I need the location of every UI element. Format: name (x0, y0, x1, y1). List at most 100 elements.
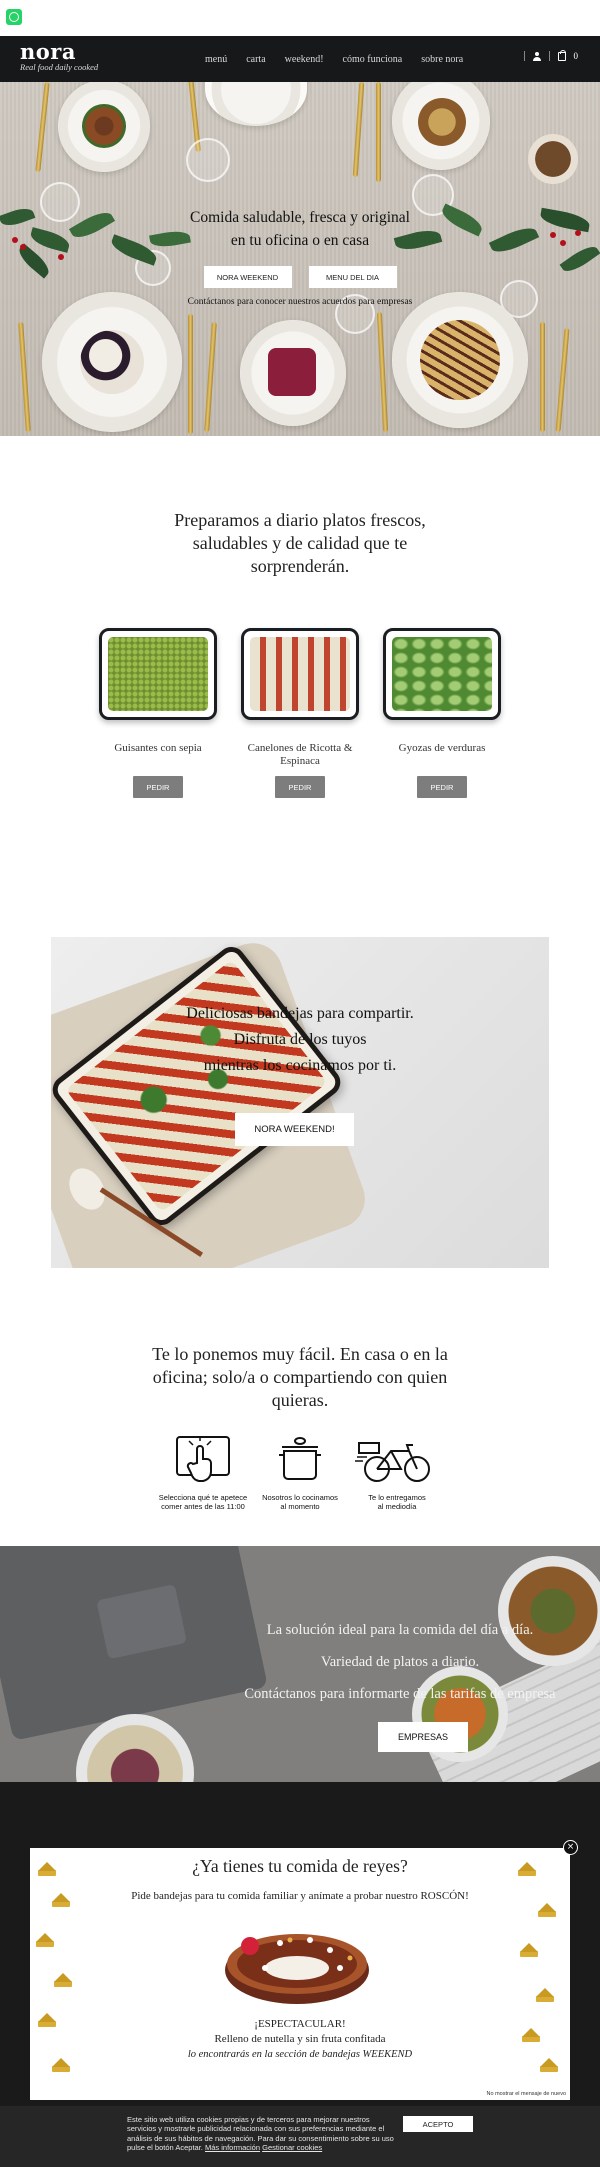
crown-icon (520, 1943, 538, 1957)
crown-icon (540, 2058, 558, 2072)
top-strip (0, 0, 600, 36)
product-card: Guisantes con sepia PEDIR (93, 628, 223, 798)
nav-menu[interactable]: menú (205, 54, 227, 65)
hero-title-line: Comida saludable, fresca y original (190, 209, 410, 226)
cart-icon[interactable] (557, 49, 566, 61)
weekend-text: Deliciosas bandejas para compartir. Disf… (51, 1001, 549, 1079)
nav-sobre-nora[interactable]: sobre nora (421, 54, 463, 65)
cutlery-image (188, 314, 193, 434)
cookie-text: Este sitio web utiliza cookies propias y… (127, 2115, 397, 2152)
accept-cookies-button[interactable]: ACEPTO (403, 2116, 473, 2132)
menu-del-dia-button[interactable]: MENU DEL DIA (308, 266, 397, 288)
divider (548, 51, 550, 61)
step-text: Te lo entregamos (368, 1493, 426, 1502)
food-image (80, 330, 144, 394)
logo-text: nora (20, 39, 76, 64)
weekend-line: mientras los cocinamos por ti. (203, 1057, 397, 1074)
intro-line: Preparamos a diario platos frescos, (174, 510, 426, 530)
how-heading: Te lo ponemos muy fácil. En casa o en la… (0, 1343, 600, 1412)
hero-banner: Comida saludable, fresca y original en t… (0, 82, 600, 436)
food-image (418, 98, 466, 146)
cart-count: 0 (573, 51, 579, 61)
nav-weekend[interactable]: weekend! (285, 54, 324, 65)
intro-section: Preparamos a diario platos frescos, salu… (0, 436, 600, 877)
food-image (268, 348, 316, 396)
step-text: Selecciona qué te apetece (158, 1493, 248, 1502)
step-text: al momento (280, 1502, 320, 1511)
dont-show-again-link[interactable]: No mostrar el mensaje de nuevo (487, 2091, 566, 2097)
cookie-message: Este sitio web utiliza cookies propias y… (127, 2115, 394, 2152)
popup-line: Relleno de nutella y sin fruta confitada (214, 2033, 386, 2045)
empresas-line: Contáctanos para informarte de las tarif… (244, 1686, 556, 1702)
crown-icon (538, 1903, 556, 1917)
nav-como-funciona[interactable]: cómo funciona (343, 54, 403, 65)
empresas-line: La solución ideal para la comida del día… (266, 1622, 534, 1638)
whatsapp-icon[interactable] (6, 9, 22, 25)
product-image[interactable] (241, 628, 359, 720)
step-deliver: Te lo entregamos al mediodía (342, 1433, 452, 1511)
hero-title: Comida saludable, fresca y original en t… (0, 206, 600, 252)
how-line: oficina; solo/a o compartiendo con quien (152, 1367, 448, 1387)
how-section: Te lo ponemos muy fácil. En casa o en la… (0, 1321, 600, 1546)
divider (523, 51, 525, 61)
intro-heading: Preparamos a diario platos frescos, salu… (0, 509, 600, 578)
food-image (82, 104, 126, 148)
step-text: al mediodía (377, 1502, 417, 1511)
promo-popup: ¿Ya tienes tu comida de reyes? Pide band… (30, 1848, 570, 2100)
product-card: Canelones de Ricotta & Espinaca PEDIR (235, 628, 365, 798)
product-image[interactable] (99, 628, 217, 720)
crown-icon (36, 1933, 54, 1947)
nora-weekend-button[interactable]: NORA WEEKEND (203, 266, 292, 288)
cookie-banner: Este sitio web utiliza cookies propias y… (0, 2106, 600, 2167)
popup-title: ¿Ya tienes tu comida de reyes? (192, 1856, 408, 1876)
weekend-line: Deliciosas bandejas para compartir. (186, 1005, 414, 1022)
hero-note[interactable]: Contáctanos para conocer nuestros acuerd… (0, 297, 600, 307)
crown-icon (536, 1988, 554, 2002)
step-text: Nosotros lo cocinamos (262, 1493, 338, 1502)
header-icons: 0 (523, 49, 579, 61)
how-line: quieras. (271, 1390, 329, 1410)
user-icon[interactable] (532, 51, 541, 61)
hero-content: Comida saludable, fresca y original en t… (0, 206, 600, 307)
product-image[interactable] (383, 628, 501, 720)
tap-screen-icon (176, 1436, 230, 1482)
step-text: comer antes de las 11:00 (161, 1502, 245, 1511)
logo-tagline: Real food daily cooked (20, 62, 99, 72)
empresas-line: Variedad de platos a diario. (320, 1654, 480, 1670)
logo[interactable]: nora Real food daily cooked (20, 39, 99, 73)
weekend-banner: Deliciosas bandejas para compartir. Disf… (51, 937, 549, 1268)
close-icon[interactable]: × (563, 1840, 578, 1855)
empresas-button[interactable]: EMPRESAS (378, 1722, 468, 1752)
popup-line: ¡ESPECTACULAR! (254, 2018, 346, 2030)
intro-line: saludables y de calidad que te (192, 533, 408, 553)
manage-cookies-link[interactable]: Gestionar cookies (262, 2143, 322, 2152)
main-nav: menú carta weekend! cómo funciona sobre … (205, 36, 482, 82)
intro-line: sorprenderán. (250, 556, 350, 576)
glass-image (186, 138, 230, 182)
empresas-text: La solución ideal para la comida del día… (200, 1614, 600, 1710)
site-header: nora Real food daily cooked menú carta w… (0, 36, 600, 82)
nav-carta[interactable]: carta (246, 54, 265, 65)
pedir-button[interactable]: PEDIR (133, 776, 183, 798)
weekend-section: Deliciosas bandejas para compartir. Disf… (0, 877, 600, 1321)
how-line: Te lo ponemos muy fácil. En casa o en la (152, 1344, 448, 1364)
step-cook: Nosotros lo cocinamos al momento (245, 1433, 355, 1511)
crown-icon (52, 2058, 70, 2072)
hero-title-line: en tu oficina o en casa (230, 232, 370, 249)
crown-icon (54, 1973, 72, 1987)
roscon-image (225, 1934, 369, 2004)
product-name[interactable]: Canelones de Ricotta & Espinaca (235, 742, 365, 768)
pedir-button[interactable]: PEDIR (417, 776, 467, 798)
product-name[interactable]: Guisantes con sepia (93, 742, 223, 768)
hero-buttons: NORA WEEKEND MENU DEL DIA (0, 266, 600, 288)
product-name[interactable]: Gyozas de verduras (377, 742, 507, 768)
product-card: Gyozas de verduras PEDIR (377, 628, 507, 798)
food-image (528, 134, 578, 184)
pedir-button[interactable]: PEDIR (275, 776, 325, 798)
more-info-link[interactable]: Más información (205, 2143, 260, 2152)
empresas-banner: La solución ideal para la comida del día… (0, 1546, 600, 1799)
nora-weekend-banner-button[interactable]: NORA WEEKEND! (235, 1113, 354, 1146)
cooking-pot-icon (279, 1437, 321, 1480)
step-select: Selecciona qué te apetece comer antes de… (148, 1433, 258, 1511)
cutlery-image (376, 82, 381, 182)
